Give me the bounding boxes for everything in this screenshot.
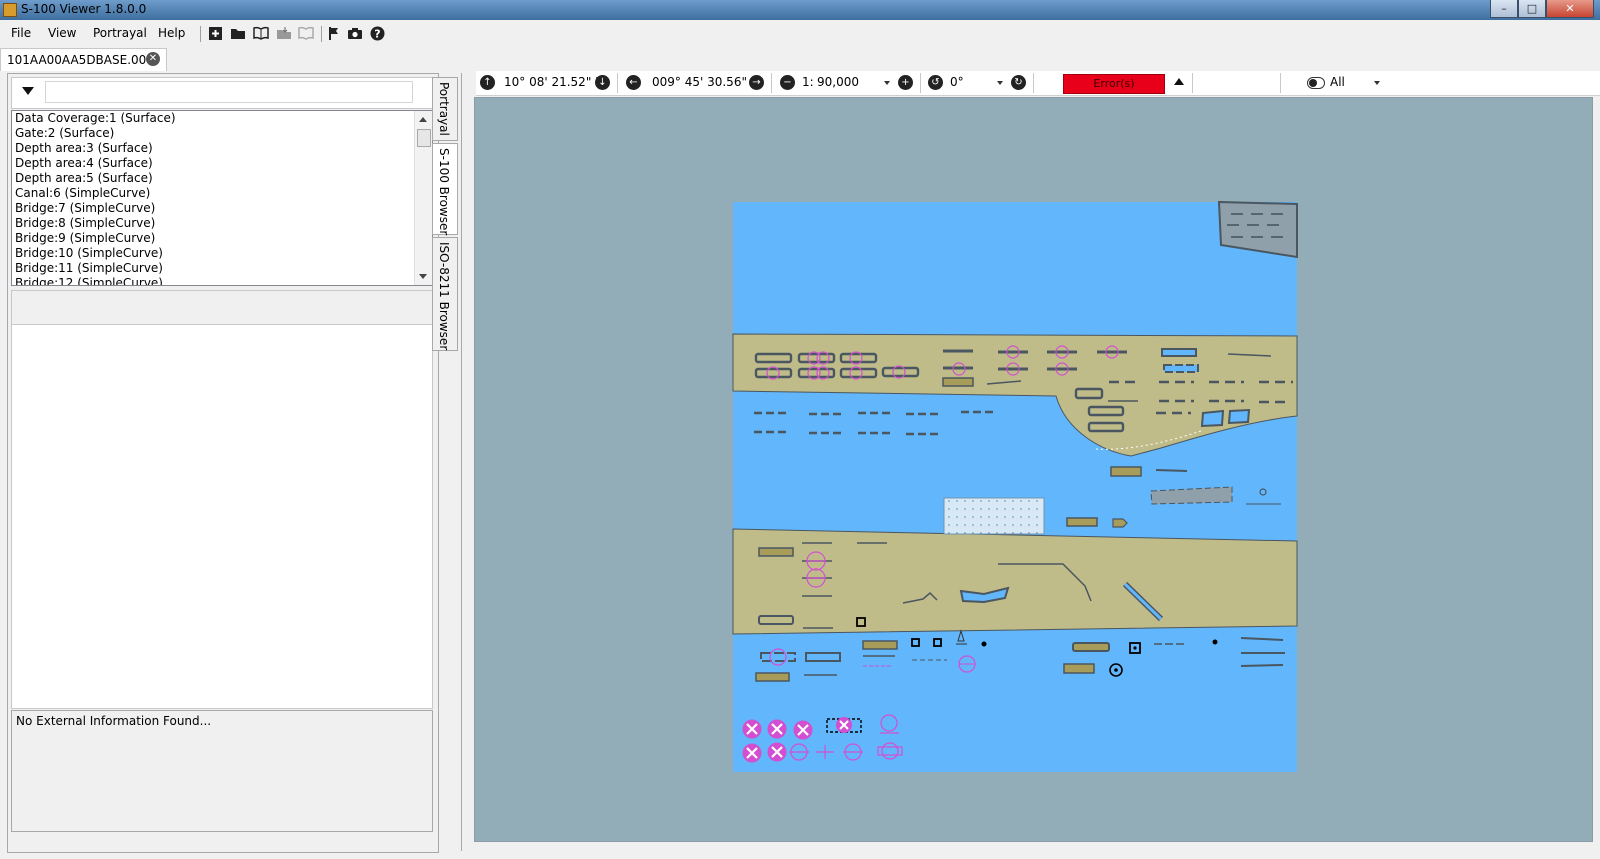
menu-file[interactable]: File: [11, 26, 31, 40]
scale-select[interactable]: 90,000: [817, 75, 859, 89]
arrow-down-icon[interactable]: ↓: [595, 75, 610, 90]
camera-icon[interactable]: [347, 25, 363, 41]
list-item[interactable]: Depth area:3 (Surface): [12, 141, 432, 156]
list-item[interactable]: Gate:2 (Surface): [12, 126, 432, 141]
toolbar-separator: [1192, 73, 1193, 93]
scroll-down-icon[interactable]: [419, 274, 427, 279]
document-tab-label: 101AA00AA5DBASE.000: [7, 53, 154, 67]
catalog-book-icon[interactable]: [253, 25, 269, 41]
tab-s100-browser[interactable]: S-100 Browser: [432, 143, 458, 235]
menu-portrayal[interactable]: Portrayal: [93, 26, 147, 40]
scale-prefix: 1:: [802, 75, 814, 89]
feature-filter-input[interactable]: [45, 81, 413, 103]
close-button[interactable]: ✕: [1546, 0, 1594, 18]
map-toolbar: ↑ 10° 08' 21.52" N ↓ ← 009° 45' 30.56" E…: [476, 71, 1600, 96]
external-info-text: No External Information Found...: [16, 714, 212, 728]
window-controls: – □ ✕: [1490, 0, 1594, 18]
tab-portrayal-label: Portrayal: [437, 82, 451, 136]
water-area: [733, 202, 1297, 772]
list-item[interactable]: Depth area:5 (Surface): [12, 171, 432, 186]
scroll-thumb[interactable]: [417, 129, 431, 147]
arrow-right-icon[interactable]: →: [749, 75, 764, 90]
toolbar-separator: [771, 73, 772, 93]
map-canvas[interactable]: [474, 97, 1593, 842]
list-item[interactable]: Bridge:12 (SimpleCurve): [12, 276, 432, 285]
longitude-field[interactable]: 009° 45' 30.56" E: [652, 75, 758, 89]
list-item[interactable]: Bridge:10 (SimpleCurve): [12, 246, 432, 261]
error-status-button[interactable]: Error(s): [1063, 74, 1165, 94]
arrow-up-icon[interactable]: ↑: [480, 75, 495, 90]
title-bar: S-100 Viewer 1.8.0.0 – □ ✕: [0, 0, 1600, 20]
zoom-out-icon[interactable]: −: [780, 75, 795, 90]
tab-s100-browser-label: S-100 Browser: [437, 148, 451, 236]
rotate-right-icon[interactable]: ↻: [1011, 75, 1026, 90]
chevron-down-icon[interactable]: [884, 81, 890, 85]
list-item[interactable]: Bridge:8 (SimpleCurve): [12, 216, 432, 231]
chevron-down-icon[interactable]: [997, 81, 1003, 85]
latitude-field[interactable]: 10° 08' 21.52" N: [504, 75, 604, 89]
toolbar-separator: [321, 26, 322, 42]
tab-iso8211-browser[interactable]: ISO-8211 Browser: [432, 237, 458, 351]
window-title: S-100 Viewer 1.8.0.0: [21, 2, 147, 16]
panel-splitter[interactable]: [461, 73, 462, 851]
dotted-area: [943, 497, 1045, 535]
chevron-down-icon[interactable]: [1374, 81, 1380, 85]
list-item[interactable]: Canal:6 (SimpleCurve): [12, 186, 432, 201]
list-item[interactable]: Depth area:4 (Surface): [12, 156, 432, 171]
toolbar-separator: [200, 26, 201, 42]
close-circle-icon[interactable]: ✕: [146, 52, 160, 66]
external-info-panel: No External Information Found...: [11, 710, 433, 832]
feature-filter-row: [11, 77, 433, 109]
list-item[interactable]: Data Coverage:1 (Surface): [12, 111, 432, 126]
toolbar-separator: [1033, 73, 1034, 93]
flag-icon[interactable]: [326, 25, 342, 41]
import-icon[interactable]: [276, 25, 292, 41]
toggle-switch-icon[interactable]: [1307, 77, 1325, 89]
open-folder-icon[interactable]: [230, 25, 246, 41]
new-icon[interactable]: [207, 25, 223, 41]
list-item[interactable]: Bridge:11 (SimpleCurve): [12, 261, 432, 276]
side-tabs: Portrayal S-100 Browser ISO-8211 Browser: [432, 77, 458, 357]
menu-view[interactable]: View: [48, 26, 76, 40]
document-tab[interactable]: 101AA00AA5DBASE.000 ✕: [0, 48, 167, 71]
filter-dropdown-icon[interactable]: [22, 87, 34, 95]
minimize-button[interactable]: –: [1490, 0, 1518, 18]
list-item[interactable]: Bridge:9 (SimpleCurve): [12, 231, 432, 246]
property-grid[interactable]: [11, 324, 433, 709]
zoom-in-icon[interactable]: +: [898, 75, 913, 90]
filter-select[interactable]: All: [1330, 75, 1345, 89]
toolbar-separator: [1280, 73, 1281, 93]
tab-iso8211-browser-label: ISO-8211 Browser: [437, 242, 451, 351]
toolbar-separator: [920, 73, 921, 93]
expand-up-icon[interactable]: [1174, 78, 1184, 85]
app-icon: [3, 3, 17, 17]
arrow-left-icon[interactable]: ←: [626, 75, 641, 90]
help-icon[interactable]: ?: [369, 25, 385, 41]
feature-list-scrollbar[interactable]: [414, 111, 432, 285]
rotation-select[interactable]: 0°: [950, 75, 964, 89]
scroll-up-icon[interactable]: [419, 117, 427, 122]
svg-text:?: ?: [374, 27, 380, 40]
property-grid-header: [11, 290, 433, 325]
toolbar-separator: [617, 73, 618, 93]
feature-list[interactable]: Data Coverage:1 (Surface) Gate:2 (Surfac…: [11, 110, 433, 286]
list-item[interactable]: Bridge:7 (SimpleCurve): [12, 201, 432, 216]
land-area-lower: [732, 528, 1298, 635]
rotate-left-icon[interactable]: ↺: [928, 75, 943, 90]
feature-panel: Data Coverage:1 (Surface) Gate:2 (Surfac…: [7, 73, 439, 853]
disabled-book-icon[interactable]: [298, 25, 314, 41]
maximize-button[interactable]: □: [1518, 0, 1546, 18]
tab-portrayal[interactable]: Portrayal: [432, 77, 458, 141]
menu-help[interactable]: Help: [158, 26, 185, 40]
enc-chart[interactable]: [475, 98, 1592, 841]
